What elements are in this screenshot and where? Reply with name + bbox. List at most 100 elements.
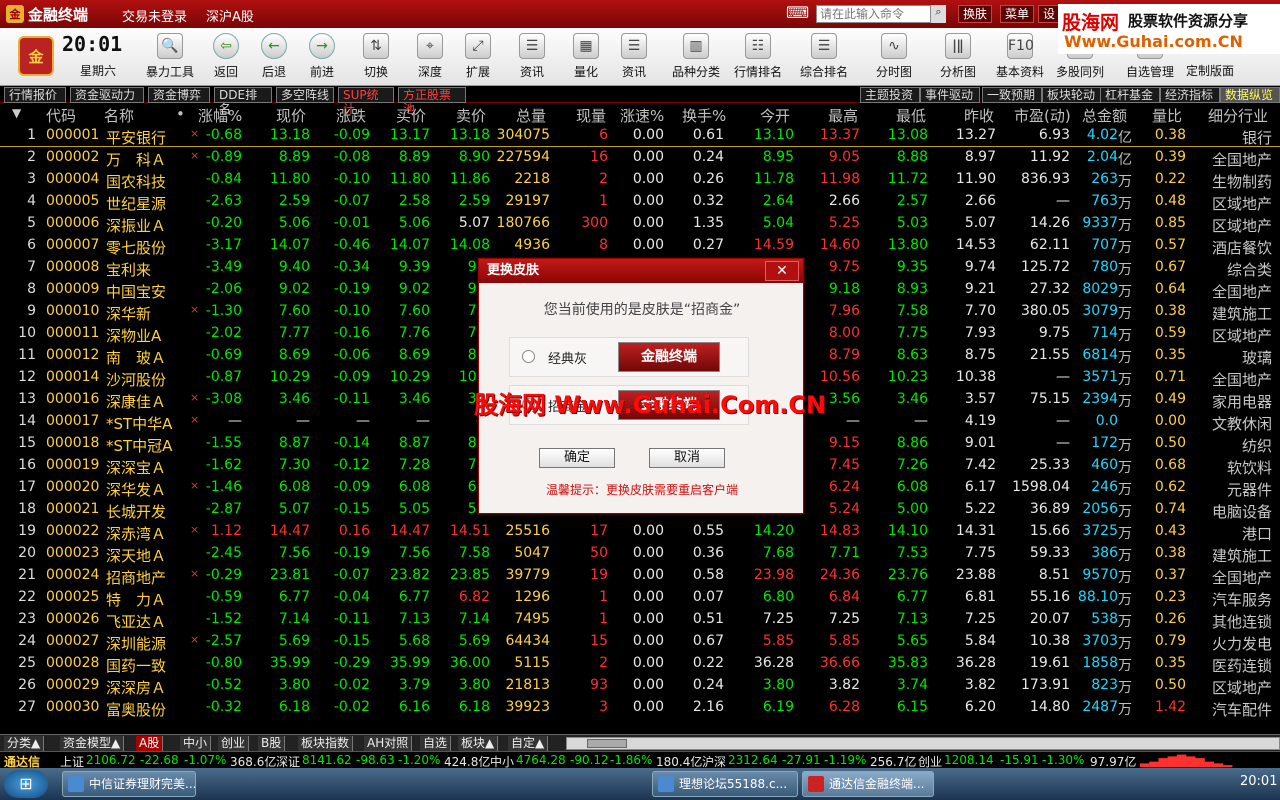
stock-name[interactable]: 深华新: [106, 303, 174, 324]
column-header-15[interactable]: 昨收: [964, 105, 994, 126]
tool-news[interactable]: ☰ 资讯: [504, 30, 560, 84]
settings-button[interactable]: 设: [1038, 5, 1061, 23]
stock-code[interactable]: 000001: [46, 127, 104, 143]
start-button[interactable]: ⊞: [4, 770, 48, 798]
stock-name[interactable]: 国农科技: [106, 171, 174, 192]
tab-2[interactable]: 资金博弈: [148, 87, 210, 103]
command-input[interactable]: 请在此输入命令: [816, 5, 946, 23]
tool-info[interactable]: ☰ 资讯: [606, 30, 662, 84]
stock-name[interactable]: 深赤湾Ａ: [106, 523, 174, 544]
stock-code[interactable]: 000012: [46, 347, 104, 363]
stock-name[interactable]: 飞亚达Ａ: [106, 611, 174, 632]
column-header-13[interactable]: 最高: [828, 105, 858, 126]
stock-code[interactable]: 000025: [46, 589, 104, 605]
column-header-0[interactable]: 代码: [46, 105, 76, 126]
stock-code[interactable]: 000022: [46, 523, 104, 539]
column-header-6[interactable]: 买价: [396, 105, 426, 126]
bottom-tab-0[interactable]: 分类▲: [4, 736, 45, 751]
stock-code[interactable]: 000009: [46, 281, 104, 297]
column-header-11[interactable]: 换手%: [682, 105, 726, 126]
tab-5[interactable]: SUP统计: [338, 87, 394, 116]
stock-code[interactable]: 000005: [46, 193, 104, 209]
bottom-tab-4[interactable]: 创业: [218, 736, 250, 751]
stock-code[interactable]: 000027: [46, 633, 104, 649]
task-item-forum[interactable]: 理想论坛55188.c...: [652, 771, 798, 797]
stock-name[interactable]: 深深房Ａ: [106, 677, 174, 698]
stock-name[interactable]: 深物业A: [106, 325, 174, 346]
stock-name[interactable]: 世纪星源: [106, 193, 174, 214]
tab-right-5[interactable]: 经济指标: [1160, 87, 1220, 103]
close-icon[interactable]: ✕: [765, 261, 799, 281]
tab-right-2[interactable]: 一致预期: [982, 87, 1042, 103]
tab-right-0[interactable]: 主题投资: [860, 87, 920, 103]
ok-button[interactable]: 确定: [539, 448, 615, 468]
table-row[interactable]: 27 000030 富奥股份 -0.32 6.18 -0.02 6.16 6.18 39923 3…: [0, 697, 1280, 719]
stock-name[interactable]: 深天地Ａ: [106, 545, 174, 566]
market-label[interactable]: 深沪A股: [206, 6, 254, 25]
stock-name[interactable]: 深圳能源: [106, 633, 174, 654]
tab-0[interactable]: 行情报价: [4, 87, 66, 103]
tool-magnifier[interactable]: 🔍 暴力工具: [142, 30, 198, 84]
stock-name[interactable]: 万 科Ａ: [106, 149, 174, 170]
stock-code[interactable]: 000014: [46, 369, 104, 385]
column-header-12[interactable]: 今开: [760, 105, 790, 126]
task-item-citic[interactable]: 中信证券理财完美...: [62, 771, 196, 797]
tab-1[interactable]: 资金驱动力: [70, 87, 144, 103]
table-row[interactable]: 5 000006 深振业Ａ -0.20 5.06 -0.01 5.06 5.07 180766 3…: [0, 213, 1280, 235]
horizontal-scrollbar[interactable]: [566, 737, 1280, 750]
tab-right-4[interactable]: 杠杆基金: [1100, 87, 1160, 103]
stock-name[interactable]: 沙河股份: [106, 369, 174, 390]
stock-name[interactable]: 平安银行: [106, 127, 174, 148]
bottom-tab-1[interactable]: 资金模型▲: [60, 736, 125, 751]
keyboard-icon[interactable]: ⌨: [786, 3, 809, 22]
tool-kline[interactable]: ǀǁ 分析图: [930, 30, 986, 84]
column-header-9[interactable]: 现量: [576, 105, 606, 126]
column-header-19[interactable]: 细分行业: [1208, 105, 1268, 126]
tab-right-3[interactable]: 板块轮动: [1042, 87, 1102, 103]
table-row[interactable]: 20 000023 深天地Ａ -2.45 7.56 -0.19 7.56 7.58 5047 50…: [0, 543, 1280, 565]
column-header-5[interactable]: 涨跌: [336, 105, 366, 126]
stock-name[interactable]: 特 力Ａ: [106, 589, 174, 610]
bottom-tab-5[interactable]: B股: [258, 736, 286, 751]
column-header-16[interactable]: 市盈(动): [1014, 105, 1071, 126]
column-header-4[interactable]: 现价: [276, 105, 306, 126]
tool-category[interactable]: ▥ 品种分类: [668, 30, 724, 84]
stock-name[interactable]: 深深宝Ａ: [106, 457, 174, 478]
table-row[interactable]: 26 000029 深深房Ａ -0.52 3.80 -0.02 3.79 3.80 21813 9…: [0, 675, 1280, 697]
stock-code[interactable]: 000024: [46, 567, 104, 583]
table-row[interactable]: 1 000001 平安银行 × -0.68 13.18 -0.09 13.17 13.18 304…: [0, 125, 1280, 147]
search-icon[interactable]: ⌕: [930, 5, 946, 23]
tool-list[interactable]: ☰ 综合排名: [796, 30, 852, 84]
table-row[interactable]: 6 000007 零七股份 -3.17 14.07 -0.46 14.07 14.08 4936…: [0, 235, 1280, 257]
stock-code[interactable]: 000010: [46, 303, 104, 319]
stock-code[interactable]: 000016: [46, 391, 104, 407]
tab-right-1[interactable]: 事件驱动: [920, 87, 980, 103]
stock-name[interactable]: *ST中华A: [106, 413, 174, 434]
header-menu-icon[interactable]: ▼: [12, 106, 21, 120]
table-row[interactable]: 3 000004 国农科技 -0.84 11.80 -0.10 11.80 11.86 2218…: [0, 169, 1280, 191]
column-header-18[interactable]: 量比: [1152, 105, 1182, 126]
stock-code[interactable]: 000017: [46, 413, 104, 429]
table-row[interactable]: 21 000024 招商地产 × -0.29 23.81 -0.07 23.82 23.85 39…: [0, 565, 1280, 587]
stock-name[interactable]: 国药一致: [106, 655, 174, 676]
bottom-tab-2[interactable]: A股: [136, 736, 164, 751]
table-row[interactable]: 23 000026 飞亚达Ａ -1.52 7.14 -0.11 7.13 7.14 7495 1 0…: [0, 609, 1280, 631]
column-header-7[interactable]: 卖价: [456, 105, 486, 126]
tool-ranking[interactable]: ☷ 行情排名: [730, 30, 786, 84]
table-row[interactable]: 2 000002 万 科Ａ × -0.89 8.89 -0.08 8.89 8.90 227594…: [0, 147, 1280, 169]
table-row[interactable]: 4 000005 世纪星源 -2.63 2.59 -0.07 2.58 2.59 29197 1 0…: [0, 191, 1280, 213]
bottom-tab-6[interactable]: 板块指数: [298, 736, 354, 751]
stock-name[interactable]: 深康佳Ａ: [106, 391, 174, 412]
stock-code[interactable]: 000002: [46, 149, 104, 165]
stock-name[interactable]: 南 玻Ａ: [106, 347, 174, 368]
table-row[interactable]: 22 000025 特 力Ａ -0.59 6.77 -0.04 6.77 6.82 1296 1 0…: [0, 587, 1280, 609]
column-header-8[interactable]: 总量: [516, 105, 546, 126]
stock-code[interactable]: 000030: [46, 699, 104, 715]
cancel-button[interactable]: 取消: [649, 448, 725, 468]
tool-expand[interactable]: ⤢ 扩展: [450, 30, 506, 84]
column-header-1[interactable]: 名称: [104, 105, 134, 126]
scrollbar-thumb[interactable]: [587, 739, 627, 748]
table-row[interactable]: 24 000027 深圳能源 × -2.57 5.69 -0.15 5.68 5.69 64434…: [0, 631, 1280, 653]
tab-right-6[interactable]: 数据纵览: [1220, 87, 1280, 103]
stock-name[interactable]: 深华发Ａ: [106, 479, 174, 500]
